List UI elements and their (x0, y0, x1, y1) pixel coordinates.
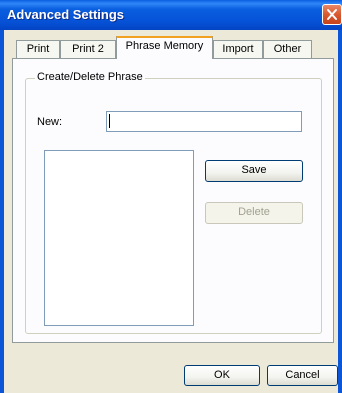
tab-print-2[interactable]: Print 2 (60, 40, 116, 58)
text-caret (109, 114, 110, 128)
tab-print[interactable]: Print (16, 40, 60, 58)
close-icon (327, 9, 337, 20)
tab-label: Print (26, 43, 50, 55)
advanced-settings-dialog: Advanced Settings Print Print 2 Phrase M… (0, 0, 342, 393)
save-button[interactable]: Save (205, 160, 303, 182)
group-title: Create/Delete Phrase (35, 71, 145, 83)
tab-other[interactable]: Other (263, 40, 312, 58)
ok-button[interactable]: OK (184, 365, 260, 386)
new-phrase-input[interactable] (106, 111, 302, 132)
delete-button[interactable]: Delete (205, 202, 303, 224)
title-bar[interactable]: Advanced Settings (0, 0, 342, 30)
tab-label: Import (222, 43, 254, 55)
window-title: Advanced Settings (7, 7, 125, 22)
tab-phrase-memory[interactable]: Phrase Memory (116, 36, 213, 59)
window-frame-right (338, 30, 342, 393)
tab-label: Other (273, 43, 302, 55)
tab-label: Print 2 (72, 43, 104, 55)
cancel-button[interactable]: Cancel (267, 365, 338, 386)
window-frame-left (0, 30, 4, 393)
tab-label: Phrase Memory (125, 40, 204, 52)
tab-import[interactable]: Import (213, 40, 263, 58)
new-phrase-label: New: (37, 116, 63, 128)
close-button[interactable] (322, 4, 342, 25)
phrase-list[interactable] (44, 150, 194, 326)
